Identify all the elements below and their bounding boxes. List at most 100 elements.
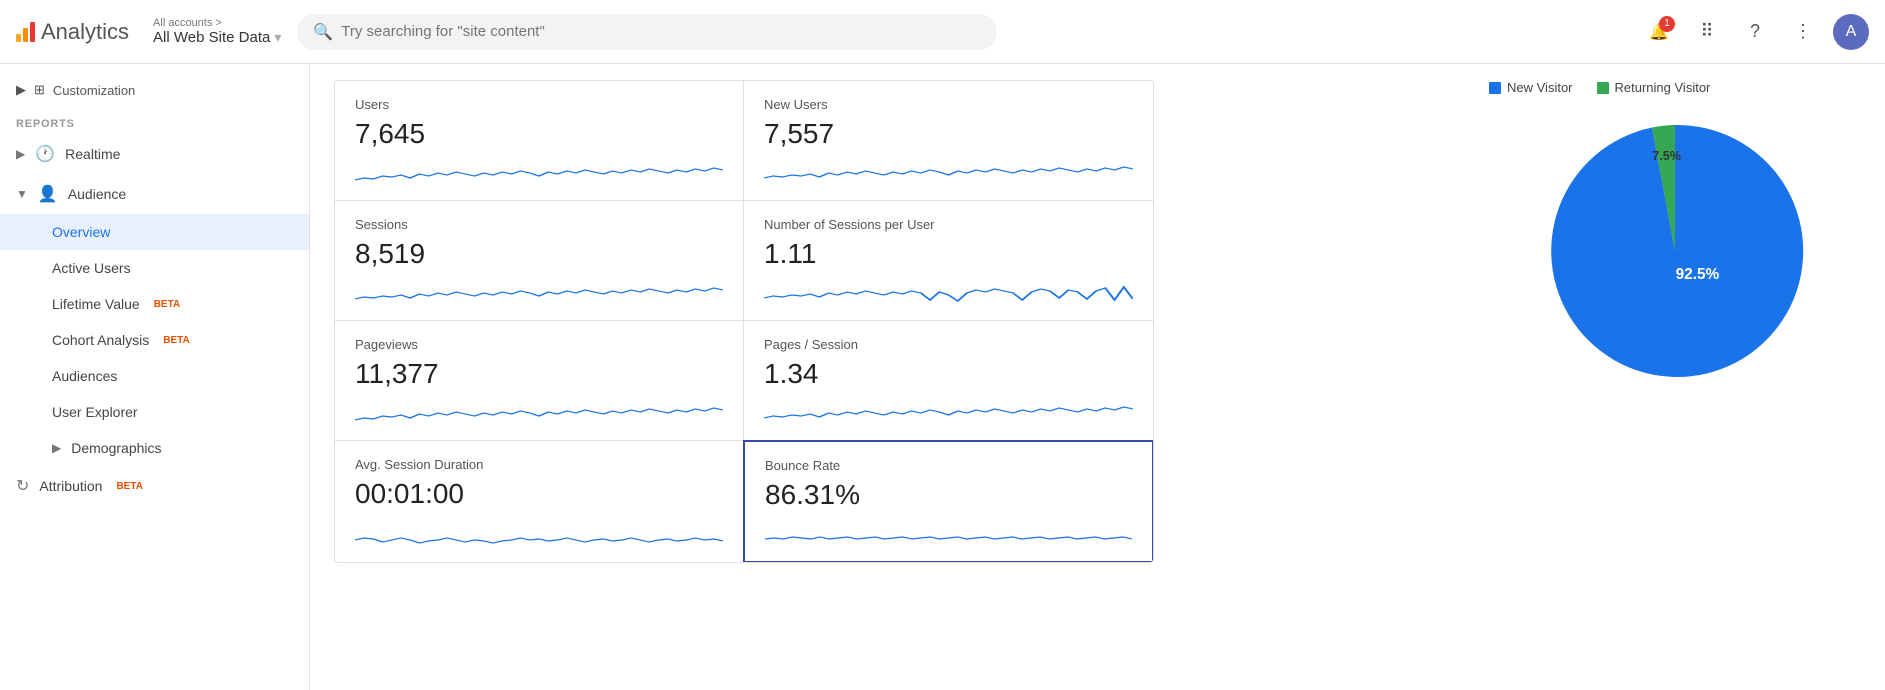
avg-session-label: Avg. Session Duration xyxy=(355,457,723,472)
notifications-button[interactable]: 🔔 1 xyxy=(1641,14,1677,50)
sidebar-item-demographics[interactable]: ▶ Demographics xyxy=(0,430,309,466)
avatar[interactable]: A xyxy=(1833,14,1869,50)
bounce-rate-value: 86.31% xyxy=(765,479,1132,511)
users-sparkline xyxy=(355,158,723,188)
metric-card-sessions: Sessions 8,519 xyxy=(335,201,744,321)
help-button[interactable]: ? xyxy=(1737,14,1773,50)
right-panel: New Visitor Returning Visitor 92.5% 7. xyxy=(1465,64,1885,690)
logo: Analytics xyxy=(16,19,129,45)
sidebar-item-customization[interactable]: ▶ ⊞ Customization xyxy=(0,72,309,108)
sidebar-item-attribution[interactable]: ↻ Attribution BETA xyxy=(0,466,309,506)
pie-chart: 92.5% 7.5% xyxy=(1535,111,1815,391)
more-options-button[interactable]: ⋮ xyxy=(1785,14,1821,50)
sidebar-item-cohort-analysis[interactable]: Cohort Analysis BETA xyxy=(0,322,309,358)
realtime-label: Realtime xyxy=(65,146,120,162)
attribution-beta-badge: BETA xyxy=(116,481,142,492)
sidebar-item-lifetime-value[interactable]: Lifetime Value BETA xyxy=(0,286,309,322)
customization-label: Customization xyxy=(53,83,135,98)
pie-chart-container: 92.5% 7.5% xyxy=(1489,111,1861,391)
sidebar-item-audiences[interactable]: Audiences xyxy=(0,358,309,394)
pageviews-sparkline xyxy=(355,398,723,428)
sidebar-item-overview[interactable]: Overview xyxy=(0,214,309,250)
bounce-rate-label: Bounce Rate xyxy=(765,458,1132,473)
search-icon: 🔍 xyxy=(313,22,333,42)
new-users-sparkline xyxy=(764,158,1133,188)
sidebar-item-audience[interactable]: ▼ 👤 Audience xyxy=(0,174,309,214)
returning-visitor-label: Returning Visitor xyxy=(1615,80,1711,95)
apps-button[interactable]: ⠿ xyxy=(1689,14,1725,50)
dropdown-arrow-icon[interactable]: ▾ xyxy=(274,29,281,46)
main-content: Users 7,645 New Users 7,557 xyxy=(310,64,1465,690)
users-value: 7,645 xyxy=(355,118,723,150)
legend-item-new-visitor: New Visitor xyxy=(1489,80,1573,95)
notification-badge: 1 xyxy=(1659,16,1675,32)
sessions-per-user-sparkline xyxy=(764,278,1133,308)
search-bar[interactable]: 🔍 xyxy=(297,14,997,50)
cohort-analysis-beta-badge: BETA xyxy=(163,335,189,346)
audience-expand-icon: ▼ xyxy=(16,187,28,201)
search-input[interactable] xyxy=(341,23,981,40)
new-visitor-dot xyxy=(1489,82,1501,94)
overview-label: Overview xyxy=(52,224,110,240)
sessions-value: 8,519 xyxy=(355,238,723,270)
pageviews-value: 11,377 xyxy=(355,358,723,390)
users-label: Users xyxy=(355,97,723,112)
logo-bar-2 xyxy=(23,28,28,42)
new-visitor-label: New Visitor xyxy=(1507,80,1573,95)
person-icon: 👤 xyxy=(38,184,58,204)
cohort-analysis-label: Cohort Analysis xyxy=(52,332,149,348)
realtime-expand-icon: ▶ xyxy=(16,147,25,161)
metric-card-avg-session: Avg. Session Duration 00:01:00 xyxy=(335,441,744,562)
bounce-rate-sparkline xyxy=(765,519,1132,549)
avg-session-value: 00:01:00 xyxy=(355,478,723,510)
legend-item-returning-visitor: Returning Visitor xyxy=(1597,80,1711,95)
audiences-label: Audiences xyxy=(52,368,117,384)
demographics-expand-icon: ▶ xyxy=(52,441,61,455)
account-name-label: All Web Site Data xyxy=(153,29,270,46)
sidebar-item-user-explorer[interactable]: User Explorer xyxy=(0,394,309,430)
loop-icon: ↻ xyxy=(16,476,29,496)
returning-visitor-dot xyxy=(1597,82,1609,94)
new-users-label: New Users xyxy=(764,97,1133,112)
metric-card-pages-session: Pages / Session 1.34 xyxy=(744,321,1153,441)
sessions-sparkline xyxy=(355,278,723,308)
breadcrumb: All accounts > All Web Site Data ▾ xyxy=(153,17,281,46)
logo-bar-1 xyxy=(16,34,21,42)
expand-icon: ▶ xyxy=(16,82,26,98)
pageviews-label: Pageviews xyxy=(355,337,723,352)
sessions-per-user-value: 1.11 xyxy=(764,238,1133,270)
sessions-label: Sessions xyxy=(355,217,723,232)
pages-session-value: 1.34 xyxy=(764,358,1133,390)
metric-card-bounce-rate: Bounce Rate 86.31% xyxy=(743,440,1154,563)
logo-bars xyxy=(16,22,35,42)
metric-card-sessions-per-user: Number of Sessions per User 1.11 xyxy=(744,201,1153,321)
metric-card-pageviews: Pageviews 11,377 xyxy=(335,321,744,441)
header-actions: 🔔 1 ⠿ ? ⋮ A xyxy=(1641,14,1869,50)
audience-label: Audience xyxy=(68,186,126,202)
breadcrumb-current[interactable]: All Web Site Data ▾ xyxy=(153,29,281,46)
returning-visitor-pct-label: 7.5% xyxy=(1652,149,1681,163)
new-users-value: 7,557 xyxy=(764,118,1133,150)
sessions-per-user-label: Number of Sessions per User xyxy=(764,217,1133,232)
breadcrumb-parent: All accounts > xyxy=(153,17,281,29)
chart-legend: New Visitor Returning Visitor xyxy=(1489,80,1861,95)
lifetime-value-beta-badge: BETA xyxy=(154,299,180,310)
main-layout: ▶ ⊞ Customization REPORTS ▶ 🕐 Realtime ▼… xyxy=(0,64,1885,690)
avg-session-sparkline xyxy=(355,518,723,548)
lifetime-value-label: Lifetime Value xyxy=(52,296,140,312)
sidebar: ▶ ⊞ Customization REPORTS ▶ 🕐 Realtime ▼… xyxy=(0,64,310,690)
sidebar-item-active-users[interactable]: Active Users xyxy=(0,250,309,286)
attribution-label: Attribution xyxy=(39,478,102,494)
clock-icon: 🕐 xyxy=(35,144,55,164)
metric-card-new-users: New Users 7,557 xyxy=(744,81,1153,201)
sidebar-item-realtime[interactable]: ▶ 🕐 Realtime xyxy=(0,134,309,174)
pages-session-sparkline xyxy=(764,398,1133,428)
user-explorer-label: User Explorer xyxy=(52,404,138,420)
metric-card-users: Users 7,645 xyxy=(335,81,744,201)
grid-icon: ⊞ xyxy=(34,82,45,98)
pages-session-label: Pages / Session xyxy=(764,337,1133,352)
reports-section-label: REPORTS xyxy=(0,108,309,134)
active-users-label: Active Users xyxy=(52,260,131,276)
app-header: Analytics All accounts > All Web Site Da… xyxy=(0,0,1885,64)
app-title: Analytics xyxy=(41,19,129,45)
